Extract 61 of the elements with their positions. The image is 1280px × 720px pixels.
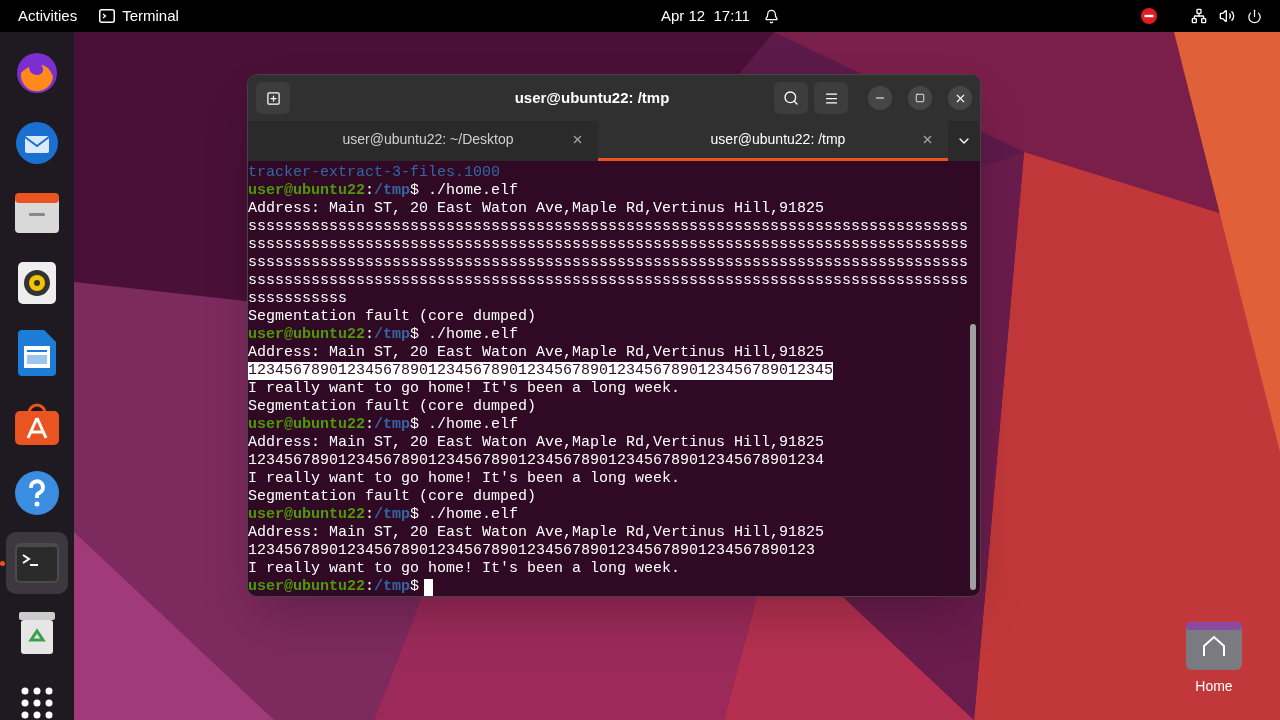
shell-prompt: user@ubuntu22:/tmp$ ./home.elf xyxy=(248,182,519,200)
shell-prompt: user@ubuntu22:/tmp$ ./home.elf xyxy=(248,506,519,524)
menu-icon xyxy=(823,90,839,106)
new-tab-button[interactable] xyxy=(256,82,290,114)
no-entry-icon xyxy=(1141,8,1157,24)
help-icon xyxy=(15,471,59,515)
close-tab-icon[interactable] xyxy=(571,133,584,146)
app-grid-icon xyxy=(21,687,53,719)
maximize-icon xyxy=(915,93,925,103)
terminal-line: ssssssssssssssssssssssssssssssssssssssssssssssssssssssssssssssssssssssssssssssss xyxy=(248,236,969,254)
document-icon xyxy=(18,330,56,376)
shopping-bag-icon xyxy=(15,401,59,445)
menu-button[interactable] xyxy=(814,82,848,114)
terminal-line: tracker-extract-3-files.1000 xyxy=(248,164,501,182)
desktop-icon-label[interactable]: Home xyxy=(1195,676,1233,697)
terminal-icon xyxy=(99,9,116,23)
folder-icon xyxy=(15,193,59,233)
terminal-line: I really want to go home! It's been a long week. xyxy=(248,380,681,398)
notification-bell-icon xyxy=(763,8,779,24)
tab[interactable]: user@ubuntu22: /tmp xyxy=(598,121,948,161)
shell-prompt: user@ubuntu22:/tmp$ ./home.elf xyxy=(248,326,519,344)
activities-button[interactable]: Activities xyxy=(18,4,78,28)
clock[interactable]: Apr 12 17:11 xyxy=(660,4,750,28)
close-button[interactable] xyxy=(948,86,972,110)
envelope-bird-icon xyxy=(13,119,61,167)
terminal-line: Address: Main ST, 20 East Waton Ave,Maple Rd,Vertinus Hill,91825 xyxy=(248,524,825,542)
terminal-line: I really want to go home! It's been a long week. xyxy=(248,470,681,488)
speaker-icon xyxy=(18,262,56,304)
running-indicator xyxy=(0,561,5,566)
terminal-line: Address: Main ST, 20 East Waton Ave,Maple Rd,Vertinus Hill,91825 xyxy=(248,200,825,218)
terminal-line: 123456789012345678901234567890123456789012345678901234567890123 xyxy=(248,542,816,560)
close-tab-icon[interactable] xyxy=(921,133,934,146)
terminal-line: 1234567890123456789012345678901234567890123456789012345678901234 xyxy=(248,452,825,470)
network-icon xyxy=(1191,8,1207,24)
shell-prompt: user@ubuntu22:/tmp$ ./home.elf xyxy=(248,416,519,434)
volume-icon xyxy=(1219,8,1235,24)
terminal-line: Segmentation fault (core dumped) xyxy=(248,398,537,416)
maximize-button[interactable] xyxy=(908,86,932,110)
terminal-line: Segmentation fault (core dumped) xyxy=(248,308,537,326)
terminal-icon xyxy=(15,543,59,583)
minimize-button[interactable] xyxy=(868,86,892,110)
globe-fox-icon xyxy=(15,51,59,95)
terminal-line: Address: Main ST, 20 East Waton Ave,Maple Rd,Vertinus Hill,91825 xyxy=(248,344,825,362)
search-button[interactable] xyxy=(774,82,808,114)
terminal-line: Address: Main ST, 20 East Waton Ave,Maple Rd,Vertinus Hill,91825 xyxy=(248,434,825,452)
app-menu[interactable]: Terminal xyxy=(99,4,179,28)
search-icon xyxy=(783,90,799,106)
home-folder-icon xyxy=(1186,622,1242,670)
terminal-line: sssssssssss xyxy=(248,290,348,308)
trash-icon xyxy=(19,612,55,654)
terminal-line: ssssssssssssssssssssssssssssssssssssssssssssssssssssssssssssssssssssssssssssssss xyxy=(248,218,969,236)
scrollbar-thumb[interactable] xyxy=(970,324,976,590)
tab[interactable]: user@ubuntu22: ~/Desktop xyxy=(248,121,598,161)
shell-prompt: user@ubuntu22:/tmp$ xyxy=(248,578,434,596)
terminal-line: ssssssssssssssssssssssssssssssssssssssssssssssssssssssssssssssssssssssssssssssss xyxy=(248,272,969,290)
power-icon xyxy=(1247,8,1262,24)
terminal-line: ssssssssssssssssssssssssssssssssssssssssssssssssssssssssssssssssssssssssssssssss xyxy=(248,254,969,272)
terminal-line: Segmentation fault (core dumped) xyxy=(248,488,537,506)
terminal-line: I really want to go home! It's been a long week. xyxy=(248,560,681,578)
new-tab-icon xyxy=(265,90,281,106)
window-title: user@ubuntu22: /tmp xyxy=(513,87,671,108)
